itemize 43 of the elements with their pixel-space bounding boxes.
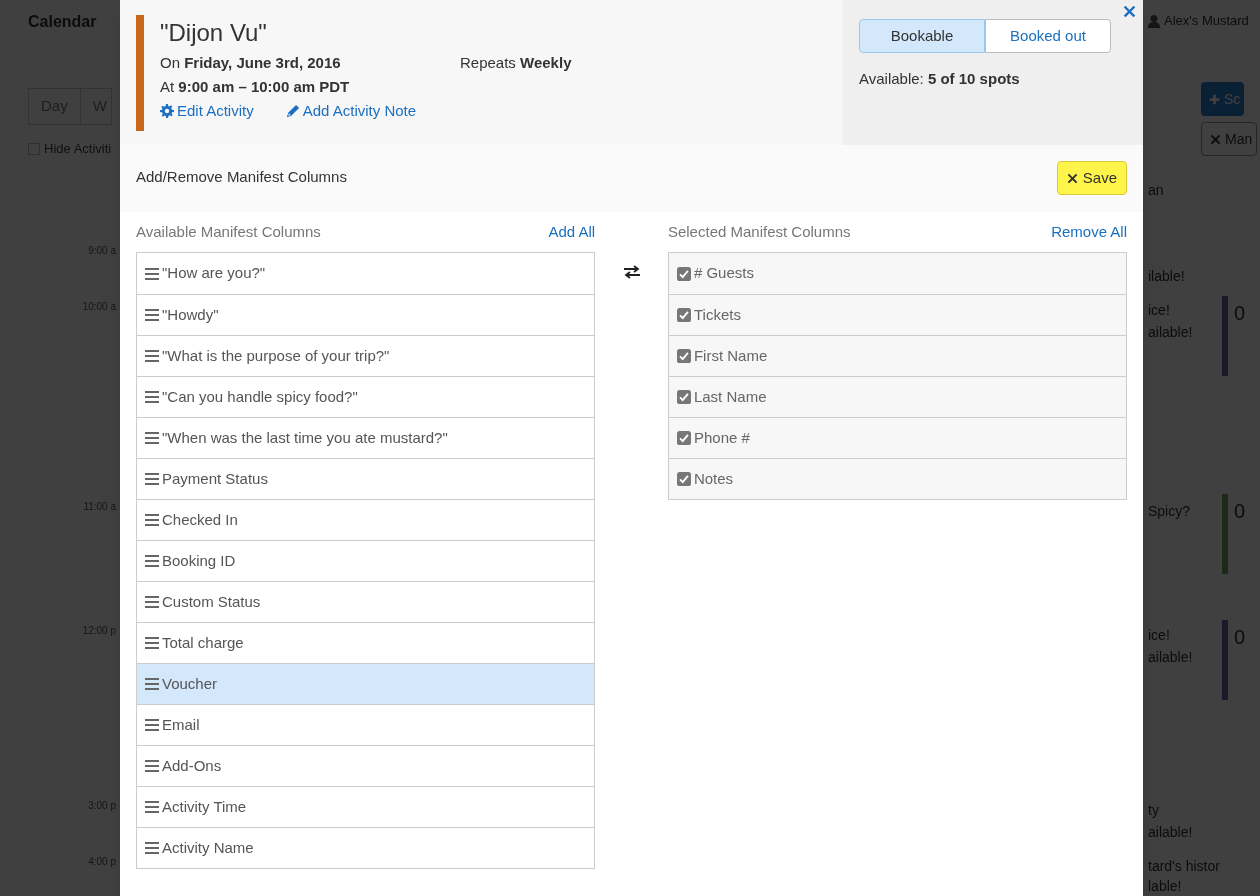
menu-icon: [145, 350, 159, 362]
menu-icon: [145, 432, 159, 444]
list-item[interactable]: # Guests: [668, 253, 1126, 294]
repeat-text: Repeats Weekly: [460, 53, 572, 73]
gear-icon: [160, 104, 174, 118]
column-link[interactable]: Add All: [548, 222, 596, 242]
activity-title: "Dijon Vu": [160, 18, 268, 48]
column-heading: Available Manifest Columns: [136, 222, 321, 242]
menu-icon: [145, 637, 159, 649]
menu-icon: [145, 596, 159, 608]
date-text: On Friday, June 3rd, 2016: [160, 53, 342, 73]
section-title: Add/Remove Manifest Columns: [136, 167, 347, 187]
list-item[interactable]: Phone #: [668, 417, 1126, 458]
list-item[interactable]: Voucher: [137, 663, 595, 704]
save-button[interactable]: Save: [1056, 161, 1127, 195]
menu-icon: [145, 473, 159, 485]
list-item[interactable]: Last Name: [668, 376, 1126, 417]
activity-link[interactable]: Add Activity Note: [285, 99, 417, 123]
swap-icon: [622, 265, 641, 279]
time-text: At 9:00 am – 10:00 am PDT: [160, 77, 351, 97]
close-icon: [1066, 172, 1078, 184]
toggle-button[interactable]: Booked out: [985, 19, 1111, 53]
menu-icon: [145, 760, 159, 772]
menu-icon: [145, 309, 159, 321]
menu-icon: [145, 514, 159, 526]
menu-icon: [145, 555, 159, 567]
menu-icon: [145, 719, 159, 731]
list-item[interactable]: Tickets: [668, 294, 1126, 335]
availability-text: Available: 5 of 10 spots: [859, 69, 1021, 89]
menu-icon: [145, 801, 159, 813]
pencil-icon: [285, 104, 300, 118]
column-link[interactable]: Remove All: [1051, 222, 1127, 242]
menu-icon: [145, 842, 159, 854]
close-button[interactable]: [1123, 5, 1136, 18]
close-icon: [1123, 5, 1136, 18]
list-item[interactable]: Notes: [668, 458, 1126, 499]
activity-link[interactable]: Edit Activity: [160, 99, 254, 123]
list-item[interactable]: First Name: [668, 335, 1126, 376]
toggle-button[interactable]: Bookable: [859, 19, 985, 53]
menu-icon: [145, 391, 159, 403]
menu-icon: [145, 267, 159, 280]
column-heading: Selected Manifest Columns: [667, 222, 851, 242]
menu-icon: [145, 678, 159, 690]
